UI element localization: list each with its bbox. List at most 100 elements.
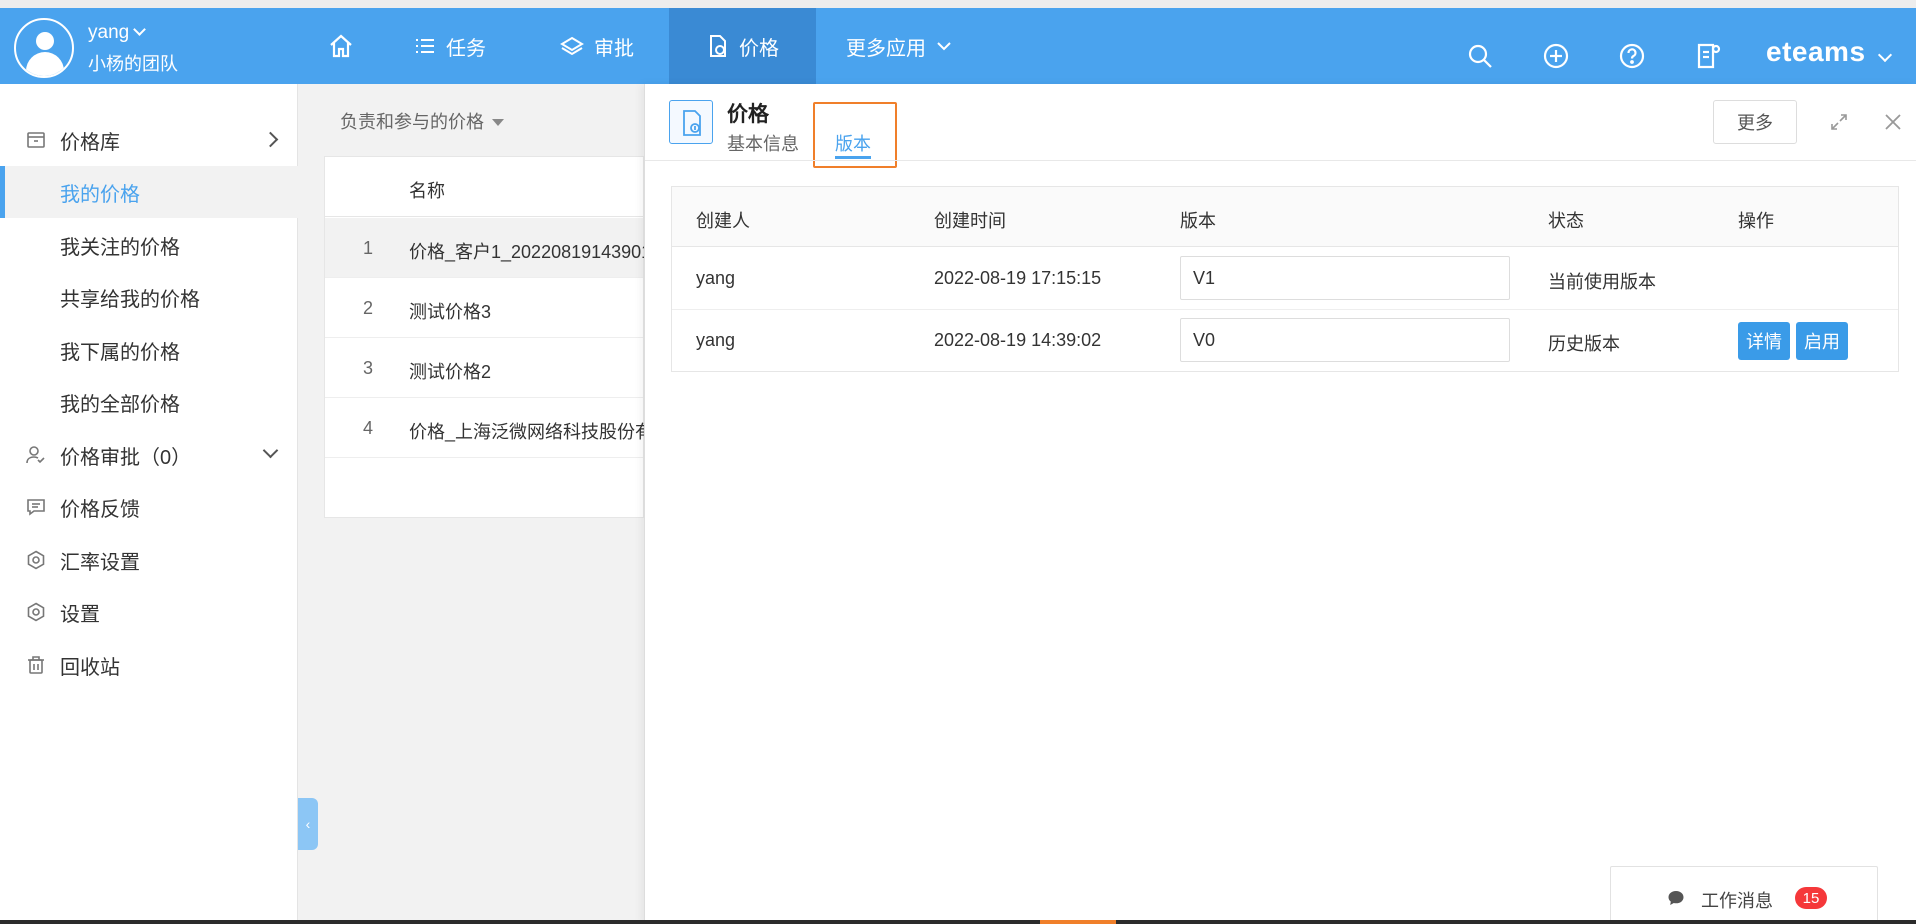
sidebar-item-label: 我的价格 [60,183,140,206]
filter-label: 负责和参与的价格 [340,112,484,132]
row-name[interactable]: 价格_上海泛微网络科技股份有限公司 [409,418,645,444]
team-name: 小杨的团队 [88,54,178,74]
avatar[interactable] [14,18,74,78]
comment-icon [27,499,45,516]
cell-creator: yang [696,330,736,350]
table-row[interactable]: 1 价格_客户1_20220819143901 [325,218,645,278]
table-row[interactable]: 2 测试价格3 [325,278,643,338]
chat-bubble-icon [1668,891,1684,905]
nav-price-label: 价格 [739,37,779,60]
sidebar-collapse-toggle[interactable]: ‹ [298,798,318,850]
top-navigation-bar: yang 小杨的团队 任务 审批 价格 更多应用 eteams [0,0,1916,84]
sidebar-item-all-prices[interactable]: 我的全部价格 [0,376,298,428]
hexagon-gear-icon [27,550,45,570]
row-name[interactable]: 测试价格2 [409,358,645,384]
sidebar-item-label: 我的全部价格 [60,393,180,416]
search-icon[interactable] [1466,42,1494,70]
taskbar-indicator [1040,920,1116,924]
row-index: 1 [363,238,374,258]
sidebar-item-label: 我关注的价格 [60,236,180,259]
chevron-right-icon [262,131,279,148]
trash-icon [28,656,44,674]
divider [645,160,1916,161]
notes-icon[interactable] [1694,42,1722,70]
sidebar-item-followed-prices[interactable]: 我关注的价格 [0,219,298,271]
help-icon[interactable] [1618,42,1646,70]
table-header: 名称 [325,157,643,217]
home-icon [330,34,352,58]
row-index: 3 [363,358,374,378]
sidebar-item-settings[interactable]: 设置 [0,586,298,638]
caret-down-icon [492,119,504,126]
sidebar-item-label: 汇率设置 [60,551,140,574]
cell-created: 2022-08-19 14:39:02 [934,330,1102,350]
work-messages-label: 工作消息 [1701,891,1773,911]
sidebar-item-shared-prices[interactable]: 共享给我的价格 [0,271,298,323]
detail-button[interactable]: 详情 [1738,322,1790,360]
user-name: yang [88,22,130,43]
nav-task-label: 任务 [446,37,486,60]
row-name[interactable]: 价格_客户1_20220819143901 [409,238,645,264]
sidebar-item-exchange-rate[interactable]: 汇率设置 [0,534,298,586]
sidebar-item-price-library[interactable]: 价格库 [0,114,298,166]
row-index: 4 [363,418,374,438]
chevron-left-icon: ‹ [305,816,311,832]
brand-logo[interactable]: eteams [1766,36,1866,68]
column-header-creator: 创建人 [696,211,750,231]
table-header: 创建人 创建时间 版本 状态 操作 [672,187,1898,247]
nav-home[interactable] [320,8,362,84]
cell-created: 2022-08-19 17:15:15 [934,268,1102,288]
chevron-down-icon [937,42,951,51]
list-filter-dropdown[interactable]: 负责和参与的价格 [340,108,504,134]
version-input[interactable] [1180,256,1510,300]
sidebar: 价格库 我的价格 我关注的价格 共享给我的价格 我下属的价格 我的全部价格 价格… [0,84,298,924]
nav-price[interactable]: 价格 [669,8,816,84]
unread-count-badge: 15 [1795,887,1827,909]
taskbar-strip [0,920,1916,924]
box-icon [27,132,45,148]
nav-more-apps[interactable]: 更多应用 [846,8,952,84]
tab-version[interactable]: 版本 [835,130,871,156]
gear-icon [27,602,45,622]
cell-status: 历史版本 [1548,334,1620,354]
sidebar-item-price-feedback[interactable]: 价格反馈 [0,481,298,533]
nav-more-label: 更多应用 [846,37,926,60]
price-doc-icon [710,35,726,57]
price-list-table: 名称 1 价格_客户1_20220819143901 2 测试价格3 3 测试价… [324,156,645,518]
table-row[interactable]: 3 测试价格2 [325,338,643,398]
enable-button[interactable]: 启用 [1796,322,1848,360]
expand-icon[interactable] [1829,112,1849,132]
row-name[interactable]: 测试价格3 [409,298,645,324]
list-icon [416,39,434,53]
price-detail-panel: 价格 基本信息 版本 更多 创建人 创建时间 版本 状态 操作 yang 202… [644,84,1916,924]
sidebar-item-recycle-bin[interactable]: 回收站 [0,639,298,691]
column-header-status: 状态 [1548,211,1584,231]
sidebar-item-label: 价格库 [60,131,120,154]
column-header-action: 操作 [1738,211,1774,231]
sidebar-item-my-prices[interactable]: 我的价格 [0,166,298,218]
close-icon[interactable] [1883,112,1903,132]
chevron-down-icon [262,442,279,459]
sidebar-item-price-approval[interactable]: 价格审批（0） [0,429,298,481]
sidebar-item-label: 价格反馈 [60,498,140,521]
table-row: yang 2022-08-19 14:39:02 历史版本 详情 启用 [672,310,1898,372]
sidebar-item-label: 我下属的价格 [60,341,180,364]
chevron-down-icon [133,23,147,36]
nav-approve[interactable]: 审批 [560,8,634,84]
table-row[interactable]: 4 价格_上海泛微网络科技股份有限公司 [325,398,645,458]
sidebar-item-label: 共享给我的价格 [60,288,200,311]
chevron-down-icon[interactable] [1877,47,1893,63]
price-doc-icon [669,100,713,144]
table-row: yang 2022-08-19 17:15:15 当前使用版本 [672,248,1898,310]
user-check-icon [26,446,45,464]
more-button[interactable]: 更多 [1713,100,1797,144]
work-messages-widget[interactable]: 工作消息 15 [1610,866,1878,924]
sidebar-item-subordinate-prices[interactable]: 我下属的价格 [0,324,298,376]
row-index: 2 [363,298,374,318]
version-input[interactable] [1180,318,1510,362]
add-circle-icon[interactable] [1542,42,1570,70]
user-menu[interactable]: yang [88,22,147,44]
tab-basic-info[interactable]: 基本信息 [727,130,799,156]
sidebar-item-label: 回收站 [60,656,120,679]
nav-task[interactable]: 任务 [414,8,486,84]
